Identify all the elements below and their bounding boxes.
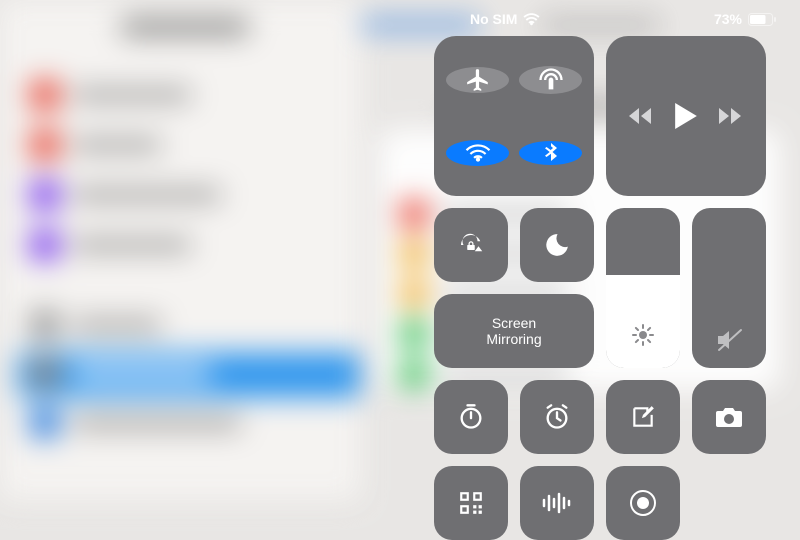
voice-memos-button[interactable]	[520, 466, 594, 540]
qr-code-icon	[458, 490, 484, 516]
brightness-slider[interactable]	[606, 208, 680, 368]
timer-button[interactable]	[434, 380, 508, 454]
brightness-icon	[631, 323, 655, 352]
screen-mirroring-label: Screen Mirroring	[486, 315, 541, 347]
battery-icon	[748, 13, 776, 26]
screen-mirroring-button[interactable]: Screen Mirroring	[434, 294, 594, 368]
bluetooth-icon	[539, 141, 563, 165]
play-icon[interactable]	[675, 103, 697, 129]
airplane-icon	[465, 67, 491, 93]
waveform-icon	[541, 492, 573, 514]
previous-track-icon[interactable]	[629, 107, 653, 125]
next-track-icon[interactable]	[719, 107, 743, 125]
cellular-icon	[537, 66, 565, 94]
bluetooth-toggle[interactable]	[519, 141, 582, 165]
timer-icon	[457, 403, 485, 431]
wifi-toggle[interactable]	[446, 140, 509, 166]
rotation-lock-icon	[456, 230, 486, 260]
orientation-lock-button[interactable]	[434, 208, 508, 282]
control-center: Screen Mirroring	[434, 36, 766, 540]
qr-scanner-button[interactable]	[434, 466, 508, 540]
wifi-status-icon	[523, 13, 540, 26]
alarm-clock-icon	[543, 403, 571, 431]
status-sim: No SIM	[470, 11, 540, 27]
airplane-mode-toggle[interactable]	[446, 67, 509, 93]
battery-percent-label: 73%	[714, 11, 742, 27]
notes-quick-button[interactable]	[606, 380, 680, 454]
cellular-data-toggle[interactable]	[519, 66, 582, 94]
volume-slider[interactable]	[692, 208, 766, 368]
do-not-disturb-button[interactable]	[520, 208, 594, 282]
record-icon	[629, 489, 657, 517]
wifi-icon	[465, 140, 491, 166]
camera-button[interactable]	[692, 380, 766, 454]
status-bar: No SIM 73%	[24, 8, 776, 30]
moon-icon	[544, 232, 570, 258]
connectivity-module[interactable]	[434, 36, 594, 196]
volume-mute-icon	[715, 328, 743, 352]
screen-record-button[interactable]	[606, 466, 680, 540]
compose-note-icon	[630, 404, 656, 430]
alarm-button[interactable]	[520, 380, 594, 454]
camera-icon	[714, 405, 744, 429]
brightness-fill	[606, 275, 680, 368]
media-module[interactable]	[606, 36, 766, 196]
status-sim-label: No SIM	[470, 11, 517, 27]
